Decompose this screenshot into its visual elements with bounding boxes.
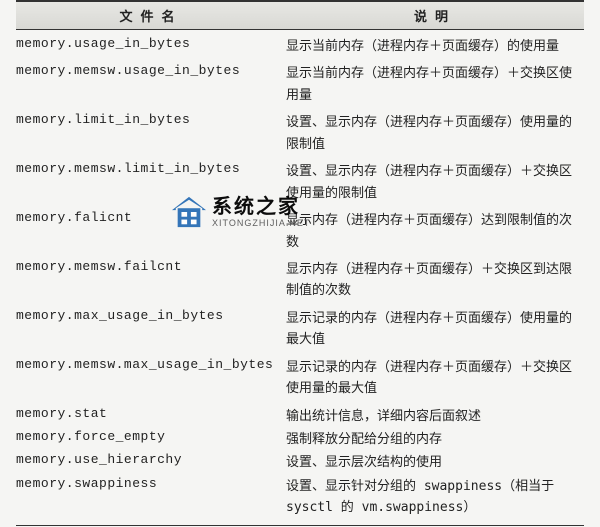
table-body: memory.usage_in_bytes 显示当前内存（进程内存＋页面缓存）的…	[16, 30, 584, 519]
description-cell: 显示内存（进程内存＋页面缓存）达到限制值的次数	[286, 210, 584, 253]
description-cell: 显示记录的内存（进程内存＋页面缓存）＋交换区使用量的最大值	[286, 357, 584, 400]
description-cell: 显示当前内存（进程内存＋页面缓存）＋交换区使用量	[286, 63, 584, 106]
filename-cell: memory.swappiness	[16, 476, 286, 491]
table-row: memory.stat 输出统计信息，详细内容后面叙述	[16, 406, 584, 427]
table-header-row: 文件名 说明	[16, 0, 584, 30]
filename-cell: memory.stat	[16, 406, 286, 421]
filename-cell: memory.memsw.max_usage_in_bytes	[16, 357, 286, 372]
table-row: memory.memsw.usage_in_bytes 显示当前内存（进程内存＋…	[16, 63, 584, 106]
table-row: memory.force_empty 强制释放分配给分组的内存	[16, 429, 584, 450]
watermark-url: XITONGZHIJIA.NET	[212, 219, 310, 228]
filename-cell: memory.use_hierarchy	[16, 452, 286, 467]
filename-cell: memory.memsw.usage_in_bytes	[16, 63, 286, 78]
watermark-title: 系统之家	[212, 197, 310, 217]
filename-cell: memory.force_empty	[16, 429, 286, 444]
table-container: 文件名 说明 memory.usage_in_bytes 显示当前内存（进程内存…	[0, 0, 600, 526]
filename-cell: memory.memsw.limit_in_bytes	[16, 161, 286, 176]
filename-cell: memory.memsw.failcnt	[16, 259, 286, 274]
description-cell: 输出统计信息，详细内容后面叙述	[286, 406, 584, 427]
watermark: 系统之家 XITONGZHIJIA.NET	[170, 195, 310, 229]
description-cell: 设置、显示内存（进程内存＋页面缓存）使用量的限制值	[286, 112, 584, 155]
description-cell: 显示当前内存（进程内存＋页面缓存）的使用量	[286, 36, 584, 57]
table-row: memory.memsw.failcnt 显示内存（进程内存＋页面缓存）＋交换区…	[16, 259, 584, 302]
header-description: 说明	[286, 6, 584, 25]
table-row: memory.usage_in_bytes 显示当前内存（进程内存＋页面缓存）的…	[16, 36, 584, 57]
table-row: memory.swappiness 设置、显示针对分组的 swappiness（…	[16, 476, 584, 519]
description-cell: 设置、显示内存（进程内存＋页面缓存）＋交换区使用量的限制值	[286, 161, 584, 204]
table-bottom-border	[16, 525, 584, 526]
description-cell: 显示内存（进程内存＋页面缓存）＋交换区到达限制值的次数	[286, 259, 584, 302]
description-cell: 设置、显示层次结构的使用	[286, 452, 584, 473]
filename-cell: memory.max_usage_in_bytes	[16, 308, 286, 323]
table-row: memory.limit_in_bytes 设置、显示内存（进程内存＋页面缓存）…	[16, 112, 584, 155]
filename-cell: memory.usage_in_bytes	[16, 36, 286, 51]
filename-cell: memory.limit_in_bytes	[16, 112, 286, 127]
table-row: memory.use_hierarchy 设置、显示层次结构的使用	[16, 452, 584, 473]
description-cell: 设置、显示针对分组的 swappiness（相当于 sysctl 的 vm.sw…	[286, 476, 584, 519]
table-row: memory.max_usage_in_bytes 显示记录的内存（进程内存＋页…	[16, 308, 584, 351]
header-filename: 文件名	[16, 6, 286, 25]
description-cell: 显示记录的内存（进程内存＋页面缓存）使用量的最大值	[286, 308, 584, 351]
table-row: memory.memsw.max_usage_in_bytes 显示记录的内存（…	[16, 357, 584, 400]
description-cell: 强制释放分配给分组的内存	[286, 429, 584, 450]
watermark-text: 系统之家 XITONGZHIJIA.NET	[212, 197, 310, 228]
house-icon	[170, 195, 208, 229]
